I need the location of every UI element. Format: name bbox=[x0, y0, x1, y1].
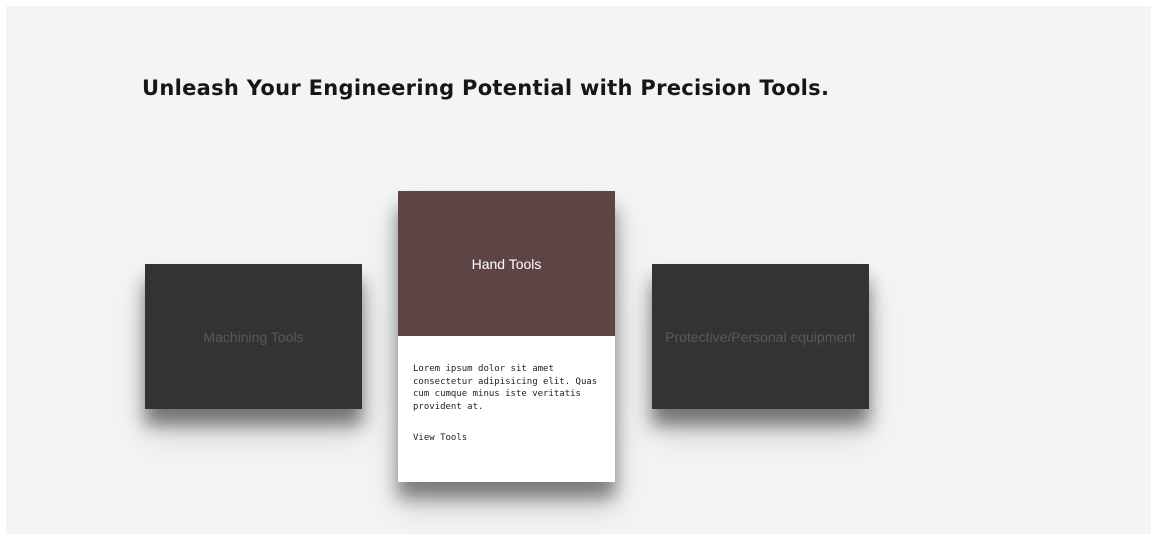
category-card-protective-equipment[interactable]: Protective/Personal equipment bbox=[652, 264, 869, 409]
card-description: Lorem ipsum dolor sit amet consectetur a… bbox=[413, 364, 598, 412]
page-headline: Unleash Your Engineering Potential with … bbox=[142, 76, 830, 100]
category-card-machining-tools[interactable]: Machining Tools bbox=[145, 264, 362, 409]
card-title: Protective/Personal equipment bbox=[665, 328, 856, 345]
card-title: Machining Tools bbox=[203, 328, 304, 345]
view-tools-link[interactable]: View Tools bbox=[413, 433, 467, 443]
card-header: Hand Tools bbox=[398, 191, 615, 336]
page-frame: Unleash Your Engineering Potential with … bbox=[6, 6, 1151, 534]
category-card-hand-tools[interactable]: Hand Tools Lorem ipsum dolor sit amet co… bbox=[398, 191, 615, 482]
card-title: Hand Tools bbox=[471, 255, 542, 272]
card-body: Lorem ipsum dolor sit amet consectetur a… bbox=[398, 336, 615, 444]
